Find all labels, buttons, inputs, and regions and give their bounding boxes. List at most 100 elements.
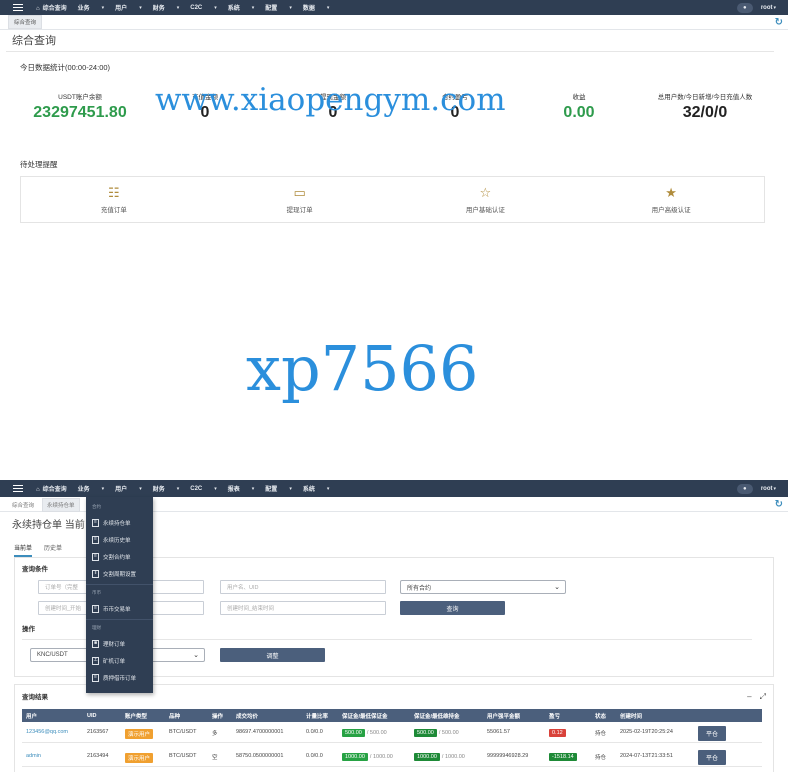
- tab-overview[interactable]: 综合查询: [8, 499, 38, 511]
- menu-toggle-icon[interactable]: [0, 480, 36, 497]
- menu-item-label: 理财订单: [103, 641, 126, 648]
- stat-label: USDT账户余额: [58, 94, 102, 101]
- margin: 1000.00/ 1000.00: [342, 753, 393, 761]
- nav-item-4[interactable]: C2C: [190, 5, 202, 11]
- nav-item-3[interactable]: 财务: [153, 484, 165, 493]
- column-header: 保证金/最低保证金: [342, 713, 388, 720]
- pending-label: 用户基础认证: [465, 206, 505, 214]
- table-header: 用户 UID 账户类型 品种 操作 成交均价 计量比率 保证金/最低保证金 保证金/最低维持金 用…: [22, 709, 762, 722]
- chevron-down-icon: ⌄: [554, 584, 560, 591]
- menu-item-0-0[interactable]: ≡ 永续持仓单: [86, 514, 153, 531]
- nav-item-7[interactable]: 系统: [303, 484, 315, 493]
- nav-item-4[interactable]: C2C: [190, 486, 202, 492]
- pending-panel: ☷ 充值订单 ▭ 提现订单 ☆ 用户基础认证 ★ 用户高级认证: [20, 176, 765, 223]
- nav-item-3[interactable]: 财务: [153, 3, 165, 12]
- side: 空: [212, 755, 218, 761]
- nav-item-0[interactable]: 综合查询: [36, 3, 67, 12]
- stat-0: USDT账户余额 23297451.80: [20, 91, 140, 122]
- symbol: BTC/USDT: [169, 753, 197, 759]
- chat-icon[interactable]: ●: [736, 2, 753, 13]
- menu-item-label: 质押借币订单: [103, 675, 137, 682]
- business-dropdown-menu: 合约 ≡ 永续持仓单 ≡ 永续历史单 ≡ 交割合约单 ‖ 交割周期设置 币币 ≡ 币币交易单 理财 ■ 理财…: [86, 497, 153, 693]
- pending-2[interactable]: ☆ 用户基础认证: [393, 177, 579, 222]
- menu-item-label: 交割周期设置: [103, 571, 137, 578]
- document-icon: ≡: [92, 673, 99, 682]
- stat-label: 收益: [572, 94, 586, 101]
- nav-item-6[interactable]: 配置: [265, 3, 277, 12]
- pending-label: 用户高级认证: [651, 206, 691, 214]
- menu-toggle-icon[interactable]: [0, 0, 36, 15]
- chevron-down-icon: ▾: [101, 4, 105, 11]
- watermark-code: xp7566: [246, 332, 479, 405]
- uid: 2163494: [87, 753, 109, 759]
- menu-group-label: 币币: [92, 590, 101, 595]
- ratio: 0.0/0.0: [306, 729, 323, 735]
- tab-overview[interactable]: 综合查询: [8, 15, 43, 29]
- nav-item-1[interactable]: 业务: [78, 484, 90, 493]
- menu-item-1-0[interactable]: ≡ 币币交易单: [86, 600, 153, 617]
- menu-item-2-1[interactable]: ⚓ 矿机订单: [86, 652, 153, 669]
- user-search-input[interactable]: 用户名、UID: [220, 580, 386, 594]
- star-outline-icon: ☆: [479, 184, 492, 200]
- user-link[interactable]: admin: [26, 753, 41, 759]
- uid: 2163567: [87, 729, 109, 735]
- maint-total: / 500.00: [438, 730, 459, 736]
- adjust-button[interactable]: 调整: [220, 648, 325, 662]
- menu-item-label: 币币交易单: [103, 606, 131, 613]
- nav-item-2[interactable]: 用户: [115, 3, 127, 12]
- liquidation-price: 99999946928.29: [487, 753, 529, 759]
- refresh-icon[interactable]: ↻: [775, 499, 783, 510]
- nav-item-1[interactable]: 业务: [78, 3, 90, 12]
- expand-icon[interactable]: ⤢: [760, 692, 766, 702]
- pending-label: 充值订单: [100, 206, 127, 214]
- subtab-current[interactable]: 当前单: [14, 543, 33, 557]
- today-stats-title: 今日数据统计(00:00-24:00): [20, 63, 111, 72]
- user-menu[interactable]: root▾: [761, 486, 776, 492]
- menu-item-0-2[interactable]: ≡ 交割合约单: [86, 548, 153, 565]
- ratio: 0.0/0.0: [306, 753, 323, 759]
- close-position-button[interactable]: 平仓: [698, 726, 727, 741]
- contract-select[interactable]: 所有合约 ⌄: [400, 580, 566, 594]
- nav-item-2[interactable]: 用户: [115, 484, 127, 493]
- document-icon: ≡: [92, 518, 99, 527]
- pending-3[interactable]: ★ 用户高级认证: [578, 177, 764, 222]
- stat-5: 总用户数/今日新增/今日充值人数 32/0/0: [640, 91, 770, 122]
- query-button[interactable]: 查询: [400, 601, 505, 615]
- folder-icon: ■: [92, 639, 99, 648]
- menu-item-0-1[interactable]: ≡ 永续历史单: [86, 531, 153, 548]
- document-icon: ≡: [92, 535, 99, 544]
- nav-item-0[interactable]: 综合查询: [36, 484, 67, 493]
- side: 多: [212, 731, 218, 737]
- nav-item-5[interactable]: 系统: [228, 3, 240, 12]
- pending-1[interactable]: ▭ 提现订单: [207, 177, 393, 222]
- query-title: 查询条件: [22, 566, 48, 573]
- nav-item-6[interactable]: 配置: [265, 484, 277, 493]
- refresh-icon[interactable]: ↻: [775, 17, 783, 28]
- nav-item-5[interactable]: 报表: [228, 484, 240, 493]
- maintenance: 500.00/ 500.00: [414, 729, 459, 737]
- minimize-icon[interactable]: –: [747, 692, 751, 702]
- nav-item-7[interactable]: 数据: [303, 3, 315, 12]
- menu-item-label: 交割合约单: [103, 554, 131, 561]
- subtab-history[interactable]: 历史单: [44, 543, 62, 557]
- tab-perpetual-positions[interactable]: 永续持仓单: [42, 497, 80, 512]
- chat-icon[interactable]: ●: [736, 483, 753, 494]
- chevron-down-icon: ▾: [251, 485, 255, 492]
- chevron-down-icon: ▾: [214, 4, 217, 11]
- created-end-input[interactable]: 创建时间_结束时间: [220, 601, 386, 615]
- user-menu[interactable]: root▾: [761, 5, 776, 11]
- operation-title: 操作: [22, 626, 35, 633]
- status: 持仓: [595, 731, 607, 737]
- menu-item-2-2[interactable]: ≡ 质押借币订单: [86, 669, 153, 686]
- card-icon: ▭: [293, 184, 306, 200]
- user-link[interactable]: 123456@qq.com: [26, 729, 68, 735]
- columns-icon: ‖: [92, 569, 99, 578]
- pending-0[interactable]: ☷ 充值订单: [21, 177, 207, 222]
- liquidation-price: 55061.57: [487, 729, 510, 735]
- close-position-button[interactable]: 平仓: [698, 750, 727, 765]
- chevron-down-icon: ▾: [214, 485, 217, 492]
- menu-item-2-0[interactable]: ■ 理财订单: [86, 635, 153, 652]
- menu-item-0-3[interactable]: ‖ 交割周期设置: [86, 565, 153, 582]
- pnl-badge: 0.12: [549, 729, 566, 737]
- chevron-down-icon: ▾: [176, 485, 180, 492]
